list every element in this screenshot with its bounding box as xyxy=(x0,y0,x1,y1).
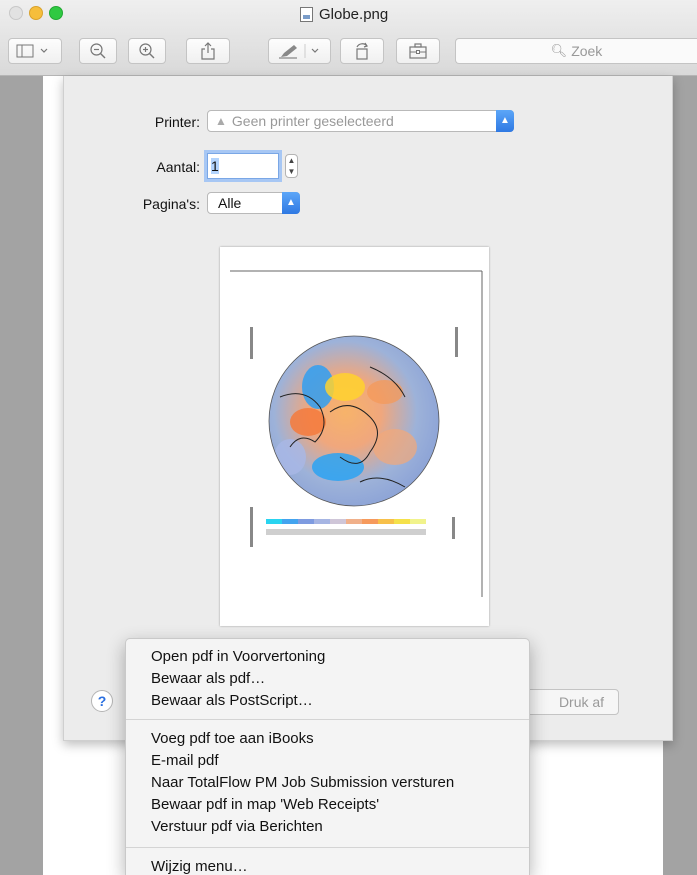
printer-value: Geen printer geselecteerd xyxy=(231,113,394,129)
warning-icon: ▲ xyxy=(215,114,227,128)
toolbox-icon xyxy=(409,43,427,59)
menu-separator xyxy=(126,847,529,848)
menu-item-save-as-postscript[interactable]: Bewaar als PostScript… xyxy=(151,692,313,709)
pages-label: Pagina's: xyxy=(142,196,200,212)
minimize-window-button[interactable] xyxy=(29,6,43,20)
window-background-left xyxy=(0,76,43,875)
menu-item-totalflow[interactable]: Naar TotalFlow PM Job Submission verstur… xyxy=(151,774,454,791)
printer-label: Printer: xyxy=(154,114,200,130)
menu-item-save-as-pdf[interactable]: Bewaar als pdf… xyxy=(151,670,265,687)
title-bar: Globe.png 🔍︎ Zoek xyxy=(0,0,697,76)
menu-item-add-to-ibooks[interactable]: Voeg pdf toe aan iBooks xyxy=(151,730,314,747)
search-placeholder: Zoek xyxy=(571,43,603,59)
sidebar-view-button[interactable] xyxy=(8,38,62,64)
zoom-out-button[interactable] xyxy=(79,38,117,64)
menu-item-open-in-preview[interactable]: Open pdf in Voorvertoning xyxy=(151,648,325,665)
help-button[interactable]: ? xyxy=(91,690,113,712)
window-title-text: Globe.png xyxy=(319,5,389,23)
globe-map-thumbnail xyxy=(230,270,483,597)
rotate-icon xyxy=(356,42,368,60)
zoom-in-button[interactable] xyxy=(128,38,166,64)
menu-item-send-via-messages[interactable]: Verstuur pdf via Berichten xyxy=(151,818,323,835)
sidebar-icon xyxy=(16,44,48,58)
search-field[interactable]: 🔍︎ Zoek xyxy=(455,38,697,64)
print-preview xyxy=(220,247,489,626)
menu-item-edit-menu[interactable]: Wijzig menu… xyxy=(151,858,248,875)
zoom-out-icon xyxy=(90,43,106,59)
copies-stepper[interactable]: ▲ ▼ xyxy=(285,154,298,178)
pages-select[interactable]: Alle ▲ xyxy=(207,192,300,214)
share-icon xyxy=(201,42,215,60)
print-button[interactable]: Druk af xyxy=(524,689,619,715)
printer-select[interactable]: ▲ Geen printer geselecteerd ▲ xyxy=(207,110,514,132)
copies-input[interactable]: 1 xyxy=(207,153,279,179)
copies-value: 1 xyxy=(211,158,219,174)
markup-button[interactable] xyxy=(268,38,331,64)
search-icon: 🔍︎ xyxy=(550,43,568,58)
markup-pen-icon xyxy=(278,44,318,59)
share-button[interactable] xyxy=(186,38,230,64)
updown-chevron-icon: ▲ xyxy=(496,110,514,132)
rotate-button[interactable] xyxy=(340,38,384,64)
menu-separator xyxy=(126,719,529,720)
stepper-down-icon[interactable]: ▼ xyxy=(286,166,297,177)
zoom-in-icon xyxy=(139,43,155,59)
copies-label: Aantal: xyxy=(156,159,200,175)
zoom-window-button[interactable] xyxy=(49,6,63,20)
pages-value: Alle xyxy=(218,195,242,211)
menu-item-web-receipts[interactable]: Bewaar pdf in map 'Web Receipts' xyxy=(151,796,379,813)
menu-item-email-pdf[interactable]: E-mail pdf xyxy=(151,752,219,769)
updown-chevron-icon: ▲ xyxy=(282,192,300,214)
image-file-icon xyxy=(300,6,313,22)
stepper-up-icon[interactable]: ▲ xyxy=(286,155,297,166)
close-window-button[interactable] xyxy=(9,6,23,20)
window-title: Globe.png xyxy=(300,5,388,23)
toolbox-button[interactable] xyxy=(396,38,440,64)
pdf-menu: Open pdf in Voorvertoning Bewaar als pdf… xyxy=(125,638,530,875)
